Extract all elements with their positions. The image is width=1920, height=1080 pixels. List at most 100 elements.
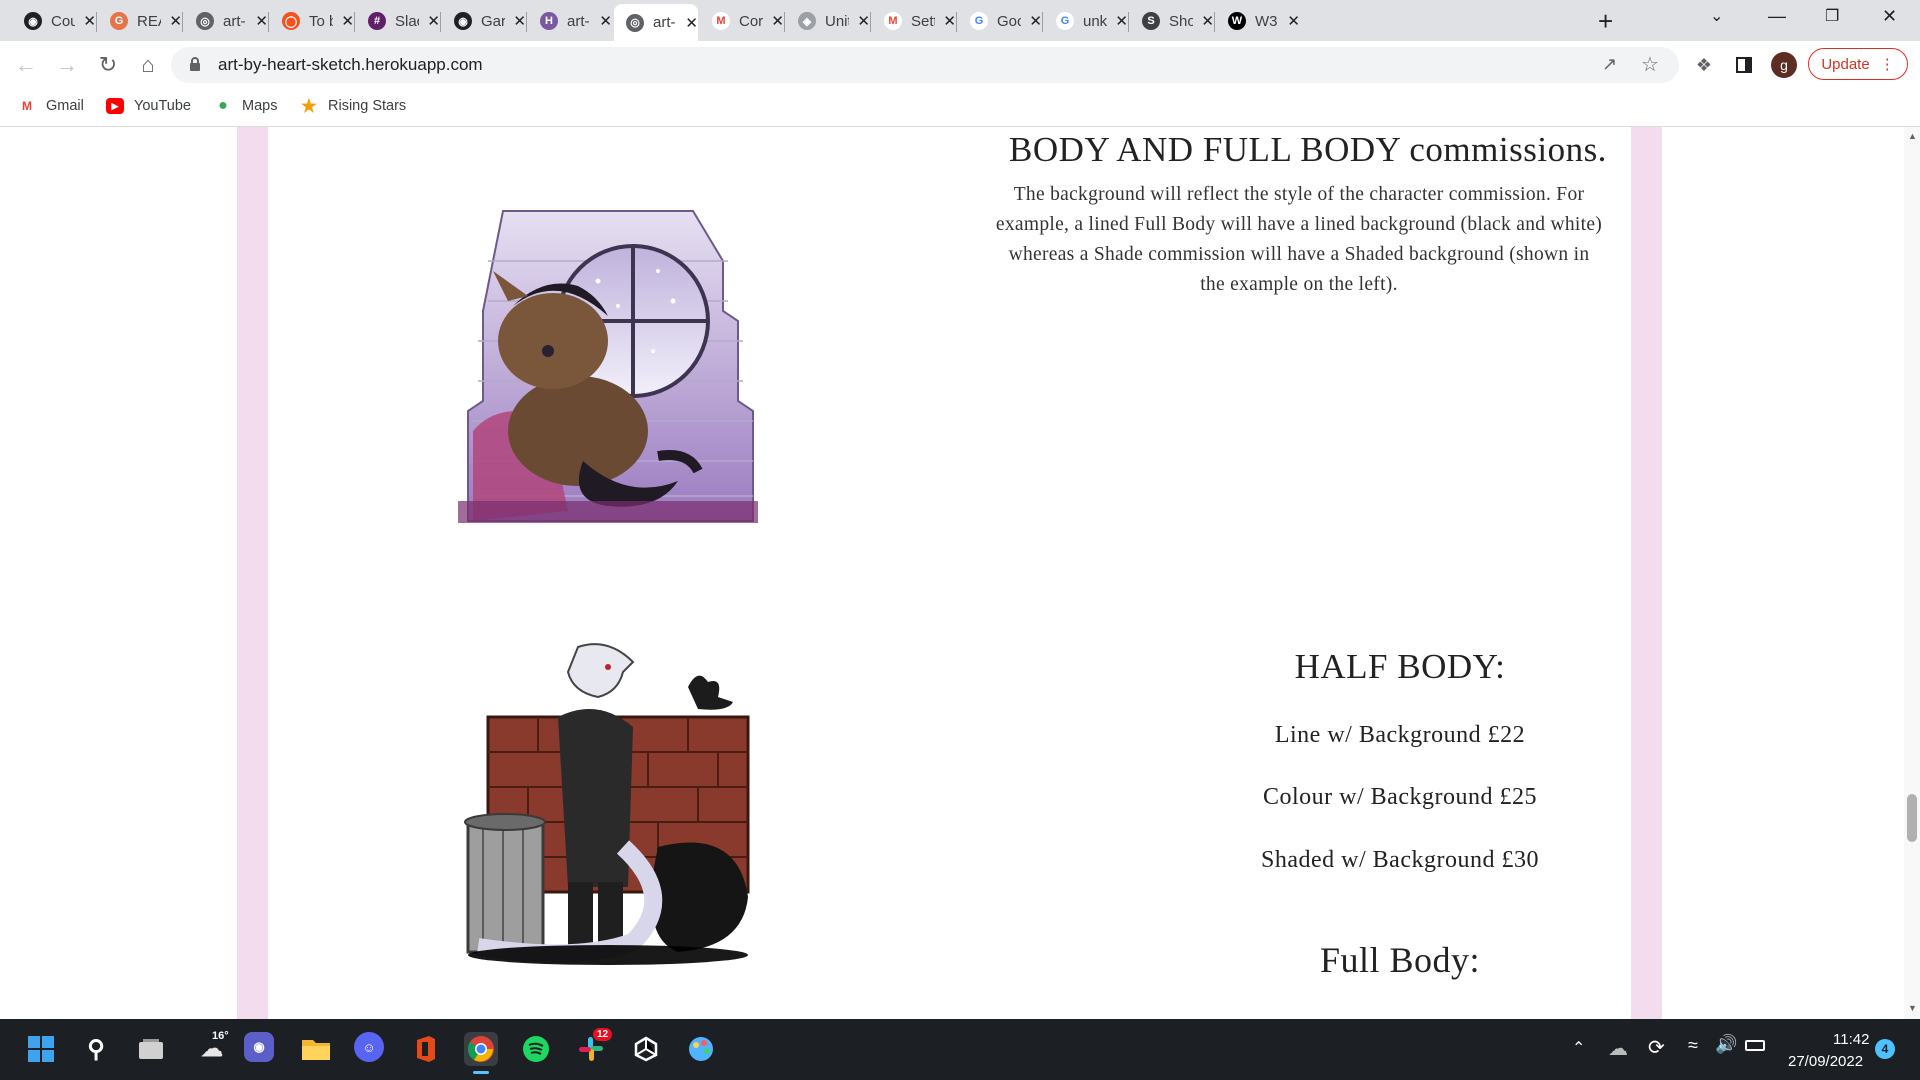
close-tab-icon[interactable]: ✕ (1115, 12, 1128, 30)
side-panel-icon[interactable] (1730, 51, 1758, 79)
tab-separator (956, 12, 957, 32)
close-tab-icon[interactable]: ✕ (599, 12, 612, 30)
tab-label: art- (567, 12, 590, 30)
task-view-icon[interactable] (134, 1032, 168, 1066)
scroll-thumb[interactable] (1907, 794, 1917, 842)
tab-separator (440, 12, 441, 32)
search-icon[interactable]: ⚲ (79, 1032, 113, 1066)
active-app-indicator (473, 1071, 489, 1074)
start-button[interactable] (24, 1032, 58, 1066)
back-icon[interactable]: ← (12, 51, 40, 79)
browser-tab[interactable]: M Sett ✕ (872, 4, 956, 38)
office-icon[interactable] (409, 1032, 443, 1066)
github-icon: ◉ (454, 12, 472, 30)
update-button[interactable]: Update ⋮ (1808, 48, 1908, 80)
wifi-icon[interactable]: ≈ (1688, 1035, 1698, 1056)
tab-label: Sho (1169, 12, 1194, 30)
scroll-up-arrow[interactable]: ▲ (1908, 131, 1917, 141)
half-body-title: HALF BODY: (1294, 647, 1506, 686)
tab-separator (870, 12, 871, 32)
discord-icon[interactable]: ☺ (354, 1032, 384, 1062)
sync-icon[interactable]: ⟳ (1648, 1035, 1665, 1060)
close-tab-icon[interactable]: ✕ (1287, 12, 1300, 30)
bookmark-rising-stars[interactable]: ★ Rising Stars (300, 95, 406, 116)
close-tab-icon[interactable]: ✕ (83, 12, 96, 30)
commission-example-image-window (458, 201, 758, 531)
tab-label: unk (1083, 12, 1108, 30)
background-description: The background will reflect the style of… (959, 180, 1639, 300)
close-window-icon[interactable]: ✕ (1882, 6, 1897, 27)
browser-tab[interactable]: G Goo ✕ (958, 4, 1042, 38)
slack-icon[interactable]: 12 (574, 1028, 613, 1066)
volume-icon[interactable]: 🔊 (1715, 1034, 1737, 1055)
close-tab-icon[interactable]: ✕ (943, 12, 956, 30)
bookmark-gmail[interactable]: M Gmail (18, 98, 84, 114)
show-hidden-icons[interactable]: ⌃ (1572, 1038, 1585, 1058)
reload-icon[interactable]: ↻ (94, 51, 122, 79)
close-tab-icon[interactable]: ✕ (341, 12, 354, 30)
browser-tab[interactable]: G REA ✕ (98, 4, 182, 38)
browser-tab[interactable]: S Sho ✕ (1130, 4, 1214, 38)
tab-label: Sett (911, 12, 936, 30)
share-icon[interactable]: ↗ (1602, 54, 1617, 75)
unity-icon[interactable] (629, 1032, 663, 1066)
page-scrollbar[interactable]: ▲ ▼ (1904, 127, 1920, 1019)
close-tab-icon[interactable]: ✕ (685, 14, 698, 32)
close-tab-icon[interactable]: ✕ (427, 12, 440, 30)
tab-separator (354, 12, 355, 32)
tab-strip: ◉Cou✕GREA✕◎art-✕◯To b✕#Slac✕◉Gar✕Hart-✕◎… (0, 0, 1920, 41)
battery-icon[interactable] (1745, 1040, 1765, 1051)
clock-date[interactable]: 27/09/2022 (1788, 1053, 1863, 1070)
browser-tab[interactable]: ◎ art- ✕ (614, 4, 698, 41)
paint-icon[interactable] (684, 1032, 718, 1066)
chrome-icon[interactable] (464, 1032, 498, 1066)
new-tab-button[interactable]: + (1598, 6, 1613, 37)
browser-tab[interactable]: ◉ Cou ✕ (12, 4, 96, 38)
tab-separator (1042, 12, 1043, 32)
profile-avatar[interactable]: g (1771, 52, 1797, 78)
browser-tab[interactable]: M Cor ✕ (700, 4, 784, 38)
heroku-icon: H (540, 12, 558, 30)
scroll-down-arrow[interactable]: ▼ (1908, 1003, 1917, 1013)
gmail-icon: M (884, 12, 902, 30)
browser-tab[interactable]: ◉ Gar ✕ (442, 4, 526, 38)
minimize-icon[interactable]: — (1768, 6, 1786, 27)
bookmark-star-icon[interactable]: ☆ (1641, 52, 1659, 77)
browser-tab[interactable]: # Slac ✕ (356, 4, 440, 38)
close-tab-icon[interactable]: ✕ (771, 12, 784, 30)
star-icon: ★ (300, 95, 318, 116)
bookmark-label: Maps (242, 98, 278, 114)
browser-tab[interactable]: W W3 ✕ (1216, 4, 1300, 38)
extensions-icon[interactable]: ❖ (1690, 51, 1718, 79)
close-tab-icon[interactable]: ✕ (169, 12, 182, 30)
forward-icon[interactable]: → (53, 51, 81, 79)
clock-time[interactable]: 11:42 (1833, 1031, 1869, 1048)
browser-tab[interactable]: ◈ Unit ✕ (786, 4, 870, 38)
file-explorer-icon[interactable] (299, 1032, 333, 1066)
browser-tab[interactable]: Gunk ✕ (1044, 4, 1128, 38)
browser-tab[interactable]: ◯ To b ✕ (270, 4, 354, 38)
close-tab-icon[interactable]: ✕ (1201, 12, 1214, 30)
bookmark-maps[interactable]: ● Maps (214, 97, 278, 114)
restore-icon[interactable]: ❐ (1825, 6, 1839, 26)
close-tab-icon[interactable]: ✕ (255, 12, 268, 30)
lock-icon[interactable] (189, 56, 200, 71)
url-text: art-by-heart-sketch.herokuapp.com (218, 55, 483, 74)
weather-widget[interactable]: ☁ 16° (190, 1030, 234, 1066)
description-line: example, a lined Full Body will have a l… (995, 214, 1603, 235)
browser-tab[interactable]: Hart- ✕ (528, 4, 612, 38)
menu-dots-icon[interactable]: ⋮ (1880, 55, 1895, 73)
teams-icon[interactable]: ◉ (244, 1032, 274, 1062)
onedrive-icon[interactable]: ☁ (1608, 1036, 1628, 1061)
notification-badge[interactable]: 4 (1875, 1039, 1895, 1059)
tab-search-icon[interactable]: ⌄ (1710, 6, 1723, 26)
google-icon: G (970, 12, 988, 30)
close-tab-icon[interactable]: ✕ (1029, 12, 1042, 30)
address-bar[interactable]: art-by-heart-sketch.herokuapp.com ↗ ☆ (171, 47, 1679, 83)
spotify-icon[interactable] (519, 1032, 553, 1066)
browser-tab[interactable]: ◎ art- ✕ (184, 4, 268, 38)
close-tab-icon[interactable]: ✕ (513, 12, 526, 30)
close-tab-icon[interactable]: ✕ (857, 12, 870, 30)
bookmark-youtube[interactable]: ▶ YouTube (106, 98, 191, 114)
home-icon[interactable]: ⌂ (134, 51, 162, 79)
